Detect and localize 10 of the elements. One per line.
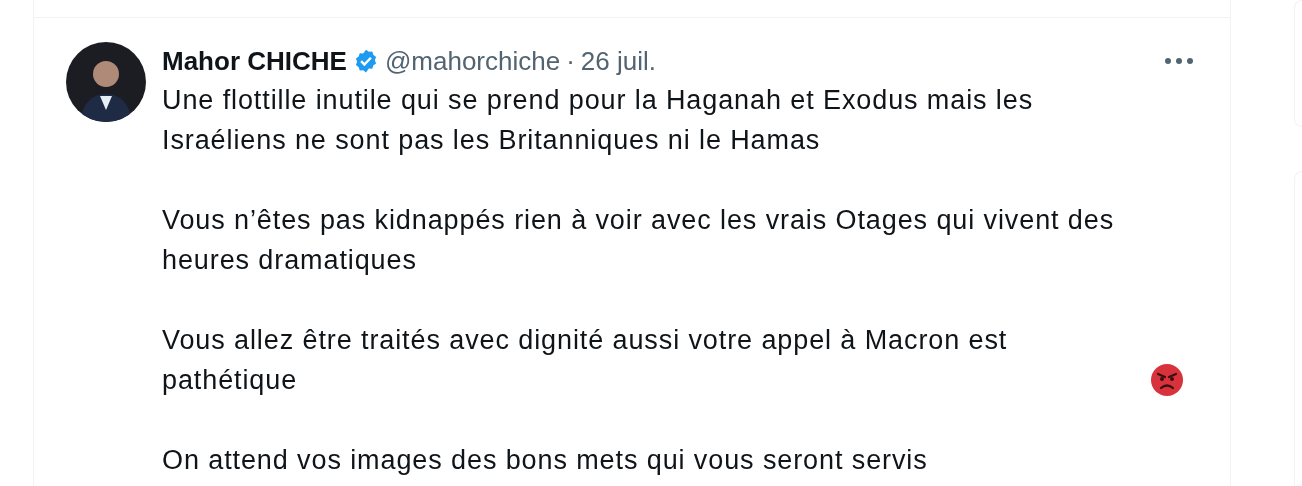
more-options-icon[interactable] [1164,57,1194,65]
tweet-text: On attend vos images des bons mets qui vous seront servis [162,444,928,477]
tweet-text: Une flottille inutile qui se prend pour la Haganah et Exodus mais les Israéliens ne sont pas les Britanniques ni le Hamas [162,84,1035,157]
separator: · [566,45,575,77]
angry-face-icon [1150,363,1184,397]
tweet-text: Vous n’êtes pas kidnappés rien à voir avec les vrais Otages qui vivent des heures dramatiques [162,204,1116,277]
tweet-text: Vous allez être traités avec dignité aussi votre appel à Macron est pathétique [162,324,1009,397]
author-name[interactable]: Mahor CHICHE [162,45,347,77]
author-handle[interactable]: @mahorchiche [384,45,561,77]
tweet-date[interactable]: 26 juil. [580,45,656,77]
